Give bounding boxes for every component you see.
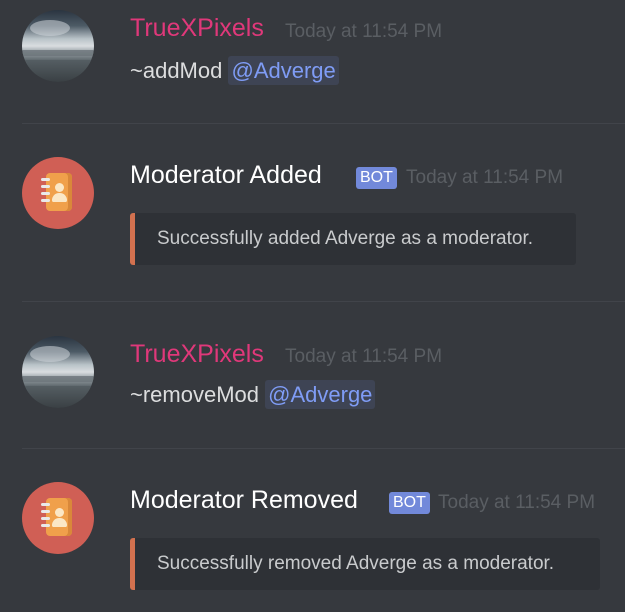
message-content: ~addMod @Adverge [130,56,339,85]
bot-badge: BOT [389,492,430,514]
command-text: ~removeMod [130,382,260,407]
address-book-icon [41,498,72,536]
bot-name[interactable]: Moderator Added [130,161,322,190]
user-avatar[interactable] [22,336,94,408]
embed-description: Successfully added Adverge as a moderato… [157,228,534,249]
embed-description: Successfully removed Adverge as a modera… [157,553,555,574]
timestamp: Today at 11:54 PM [285,346,443,367]
embed: Successfully added Adverge as a moderato… [130,213,576,265]
message-divider [22,123,625,124]
command-text: ~addMod [130,58,223,83]
bot-name[interactable]: Moderator Removed [130,486,358,515]
embed: Successfully removed Adverge as a modera… [130,538,600,590]
username[interactable]: TrueXPixels [130,14,264,43]
message-content: ~removeMod @Adverge [130,380,376,409]
user-mention[interactable]: @Adverge [265,380,376,409]
timestamp: Today at 11:54 PM [285,21,443,42]
address-book-icon [41,173,72,211]
bot-avatar[interactable] [22,482,94,554]
message-divider [22,448,625,449]
timestamp: Today at 11:54 PM [406,167,564,188]
bot-badge: BOT [356,167,397,189]
user-avatar[interactable] [22,10,94,82]
timestamp: Today at 11:54 PM [438,492,596,513]
bot-avatar[interactable] [22,157,94,229]
user-mention[interactable]: @Adverge [228,56,339,85]
username[interactable]: TrueXPixels [130,340,264,369]
message-divider [22,301,625,302]
